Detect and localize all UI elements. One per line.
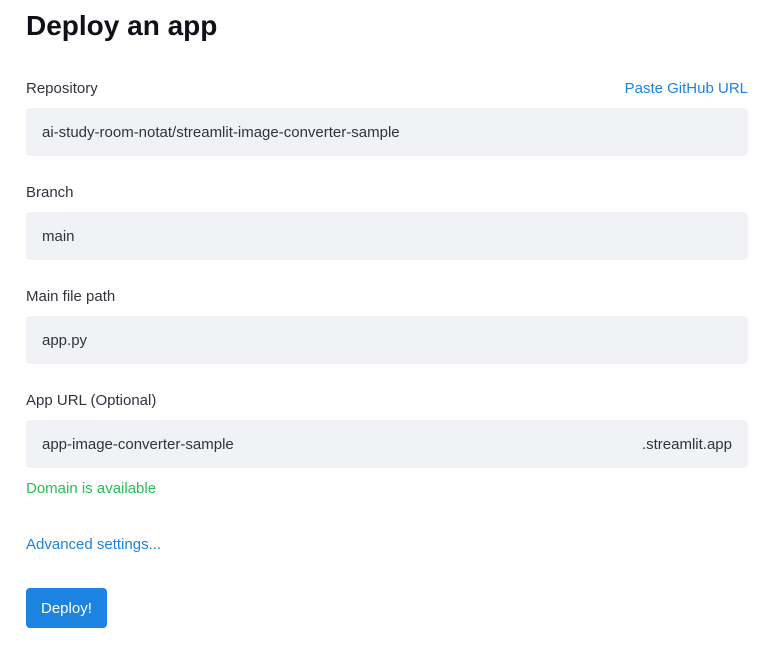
repository-input[interactable] xyxy=(42,123,732,141)
repository-field[interactable] xyxy=(26,108,748,156)
advanced-settings-link[interactable]: Advanced settings... xyxy=(26,536,161,553)
branch-field[interactable] xyxy=(26,212,748,260)
page-title: Deploy an app xyxy=(26,10,218,41)
app-url-field[interactable]: .streamlit.app xyxy=(26,420,748,468)
main-file-label: Main file path xyxy=(26,288,116,305)
paste-github-url-link[interactable]: Paste GitHub URL xyxy=(625,80,748,97)
app-url-suffix: .streamlit.app xyxy=(641,435,732,453)
app-url-input[interactable] xyxy=(42,435,642,453)
main-file-field[interactable] xyxy=(26,316,748,364)
main-file-input[interactable] xyxy=(42,331,732,349)
branch-label: Branch xyxy=(26,184,74,201)
repository-label: Repository xyxy=(26,80,98,97)
app-url-label: App URL (Optional) xyxy=(26,392,157,409)
domain-status: Domain is available xyxy=(26,480,157,497)
deploy-button[interactable]: Deploy! xyxy=(26,588,107,628)
branch-input[interactable] xyxy=(42,227,732,245)
